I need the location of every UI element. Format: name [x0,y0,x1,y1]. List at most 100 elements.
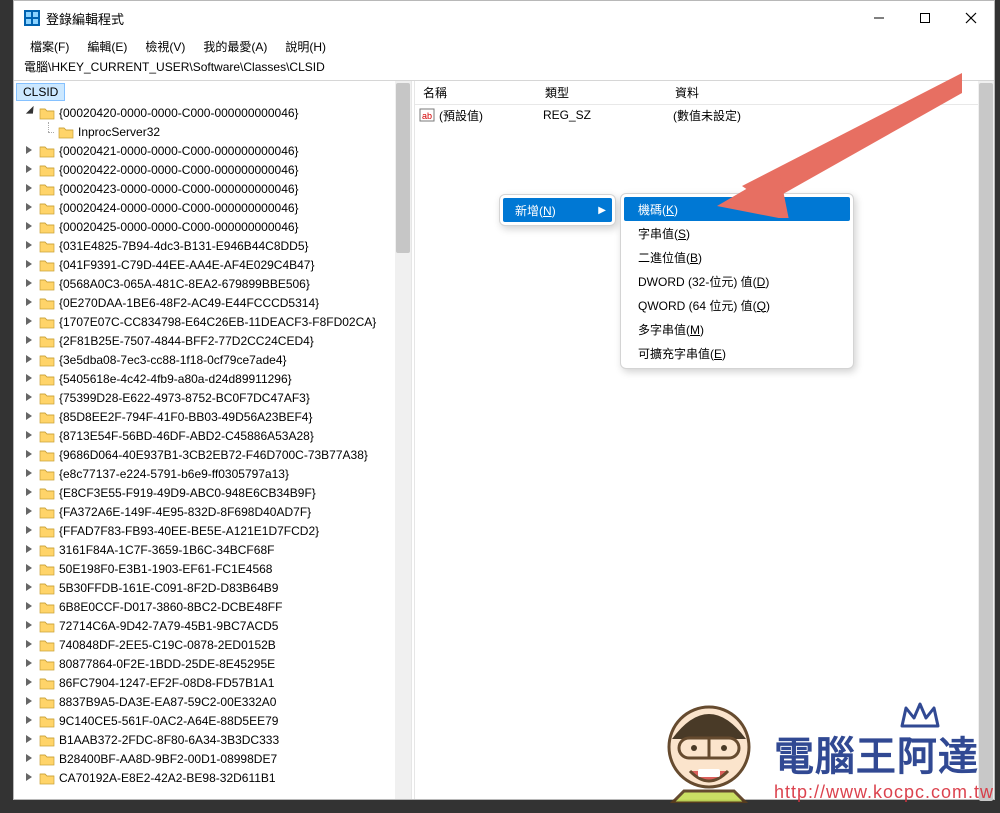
values-scrollbar-thumb[interactable] [979,83,993,801]
expander-closed-icon[interactable] [24,506,35,517]
expander-closed-icon[interactable] [24,297,35,308]
expander-closed-icon[interactable] [24,715,35,726]
expander-closed-icon[interactable] [24,164,35,175]
expander-closed-icon[interactable] [24,734,35,745]
expander-closed-icon[interactable] [24,354,35,365]
expander-closed-icon[interactable] [24,411,35,422]
expander-closed-icon[interactable] [24,202,35,213]
tree-node[interactable]: 3161F84A-1C7F-3659-1B6C-34BCF68F [14,540,411,559]
tree-node[interactable]: {00020423-0000-0000-C000-000000000046} [14,179,411,198]
tree-panel[interactable]: CLSID {00020420-0000-0000-C000-0000000000… [14,81,411,799]
expander-closed-icon[interactable] [24,430,35,441]
col-type[interactable]: 類型 [537,84,667,101]
expander-closed-icon[interactable] [24,145,35,156]
tree-node[interactable]: {e8c77137-e224-5791-b6e9-ff0305797a13} [14,464,411,483]
context-menu-item[interactable]: 可擴充字串值(E) [624,341,850,365]
tree-node[interactable]: {FFAD7F83-FB93-40EE-BE5E-A121E1D7FCD2} [14,521,411,540]
tree-node[interactable]: 9C140CE5-561F-0AC2-A64E-88D5EE79 [14,711,411,730]
address-bar[interactable]: 電腦\HKEY_CURRENT_USER\Software\Classes\CL… [14,57,994,79]
values-scrollbar[interactable] [978,81,994,799]
menu-favorites[interactable]: 我的最愛(A) [197,38,273,55]
context-menu-item[interactable]: 多字串值(M) [624,317,850,341]
context-menu-new[interactable]: 新增(N) ▶ [499,194,616,226]
tree-node[interactable]: {75399D28-E622-4973-8752-BC0F7DC47AF3} [14,388,411,407]
expander-closed-icon[interactable] [24,582,35,593]
expander-closed-icon[interactable] [24,278,35,289]
expander-closed-icon[interactable] [24,601,35,612]
expander-closed-icon[interactable] [24,525,35,536]
context-menu-item[interactable]: 機碼(K) [624,197,850,221]
expander-closed-icon[interactable] [24,373,35,384]
tree-scrollbar[interactable] [395,81,411,799]
expander-closed-icon[interactable] [24,316,35,327]
tree-node[interactable]: {1707E07C-CC834798-E64C26EB-11DEACF3-F8F… [14,312,411,331]
tree-node[interactable]: 5B30FFDB-161E-C091-8F2D-D83B64B9 [14,578,411,597]
tree-node[interactable]: 86FC7904-1247-EF2F-08D8-FD57B1A1 [14,673,411,692]
tree-node[interactable]: {E8CF3E55-F919-49D9-ABC0-948E6CB34B9F} [14,483,411,502]
expander-closed-icon[interactable] [24,753,35,764]
col-name[interactable]: 名稱 [415,84,537,101]
tree-node[interactable]: {00020425-0000-0000-C000-000000000046} [14,217,411,236]
minimize-button[interactable] [856,1,902,35]
tree-node[interactable]: {0568A0C3-065A-481C-8EA2-679899BBE506} [14,274,411,293]
expander-closed-icon[interactable] [24,449,35,460]
value-row[interactable]: ab(預設值)REG_SZ(數值未設定) [415,105,994,125]
close-button[interactable] [948,1,994,35]
expander-closed-icon[interactable] [24,544,35,555]
menu-help[interactable]: 說明(H) [279,38,332,55]
expander-closed-icon[interactable] [24,772,35,783]
tree-scrollbar-thumb[interactable] [396,83,410,253]
expander-closed-icon[interactable] [24,221,35,232]
expander-closed-icon[interactable] [24,335,35,346]
expander-closed-icon[interactable] [24,677,35,688]
tree-node[interactable]: 740848DF-2EE5-C19C-0878-2ED0152B [14,635,411,654]
expander-closed-icon[interactable] [24,240,35,251]
tree-node[interactable]: B1AAB372-2FDC-8F80-6A34-3B3DC333 [14,730,411,749]
tree-selected-node[interactable]: CLSID [16,83,65,101]
context-menu-item[interactable]: DWORD (32-位元) 值(D) [624,269,850,293]
expander-closed-icon[interactable] [24,696,35,707]
expander-closed-icon[interactable] [24,563,35,574]
context-menu-item[interactable]: 字串值(S) [624,221,850,245]
col-data[interactable]: 資料 [667,84,994,101]
expander-closed-icon[interactable] [24,639,35,650]
expander-closed-icon[interactable] [24,392,35,403]
tree-node[interactable]: B28400BF-AA8D-9BF2-00D1-08998DE7 [14,749,411,768]
tree-node[interactable]: {2F81B25E-7507-4844-BFF2-77D2CC24CED4} [14,331,411,350]
expander-closed-icon[interactable] [24,620,35,631]
expander-closed-icon[interactable] [24,183,35,194]
tree-child-node[interactable]: InprocServer32 [14,122,411,141]
expander-closed-icon[interactable] [24,487,35,498]
menu-file[interactable]: 檔案(F) [24,38,75,55]
expander-closed-icon[interactable] [24,259,35,270]
context-menu-item-new[interactable]: 新增(N) ▶ [503,198,612,222]
expander-open-icon[interactable] [24,107,35,118]
context-menu-item[interactable]: QWORD (64 位元) 值(Q) [624,293,850,317]
menu-view[interactable]: 檢視(V) [139,38,191,55]
values-panel[interactable]: 名稱 類型 資料 ab(預設值)REG_SZ(數值未設定) [415,81,994,799]
context-submenu-new[interactable]: 機碼(K)字串值(S)二進位值(B)DWORD (32-位元) 值(D)QWOR… [620,193,854,369]
tree-node[interactable]: {3e5dba08-7ec3-cc88-1f18-0cf79ce7ade4} [14,350,411,369]
tree-node[interactable]: 80877864-0F2E-1BDD-25DE-8E45295E [14,654,411,673]
tree-node[interactable]: {9686D064-40E937B1-3CB2EB72-F46D700C-73B… [14,445,411,464]
tree-node[interactable]: {00020420-0000-0000-C000-000000000046} [14,103,411,122]
tree-node[interactable]: 8837B9A5-DA3E-EA87-59C2-00E332A0 [14,692,411,711]
expander-closed-icon[interactable] [24,468,35,479]
expander-closed-icon[interactable] [24,658,35,669]
tree-node[interactable]: {041F9391-C79D-44EE-AA4E-AF4E029C4B47} [14,255,411,274]
tree-node[interactable]: {5405618e-4c42-4fb9-a80a-d24d89911296} [14,369,411,388]
tree-node[interactable]: {031E4825-7B94-4dc3-B131-E946B44C8DD5} [14,236,411,255]
context-menu-item[interactable]: 二進位值(B) [624,245,850,269]
tree-node[interactable]: {0E270DAA-1BE6-48F2-AC49-E44FCCCD5314} [14,293,411,312]
tree-node[interactable]: {00020424-0000-0000-C000-000000000046} [14,198,411,217]
tree-node[interactable]: CA70192A-E8E2-42A2-BE98-32D611B1 [14,768,411,787]
maximize-button[interactable] [902,1,948,35]
tree-node[interactable]: {00020421-0000-0000-C000-000000000046} [14,141,411,160]
menu-edit[interactable]: 編輯(E) [81,38,133,55]
tree-node[interactable]: {8713E54F-56BD-46DF-ABD2-C45886A53A28} [14,426,411,445]
tree-node[interactable]: {00020422-0000-0000-C000-000000000046} [14,160,411,179]
tree-node[interactable]: 6B8E0CCF-D017-3860-8BC2-DCBE48FF [14,597,411,616]
tree-node[interactable]: 50E198F0-E3B1-1903-EF61-FC1E4568 [14,559,411,578]
tree-node[interactable]: {FA372A6E-149F-4E95-832D-8F698D40AD7F} [14,502,411,521]
tree-node[interactable]: 72714C6A-9D42-7A79-45B1-9BC7ACD5 [14,616,411,635]
